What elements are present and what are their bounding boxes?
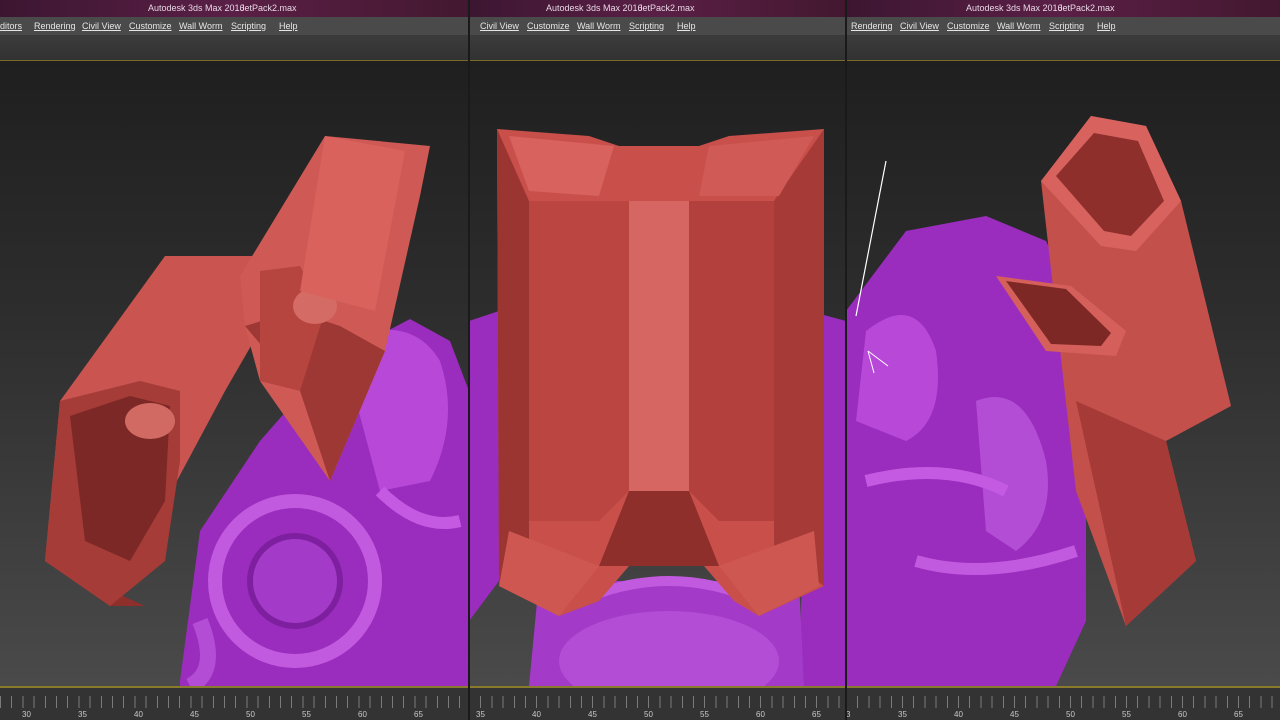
timeline-tick: 60: [358, 710, 367, 719]
viewport-window-left: Autodesk 3ds Max 2016 JetPack2.max ditor…: [0, 0, 469, 720]
timeline-tick: 45: [1010, 710, 1019, 719]
menu-wall-worm[interactable]: Wall Worm: [577, 21, 621, 31]
timeline-tick: 30: [22, 710, 31, 719]
timeline-tick: 50: [1066, 710, 1075, 719]
timeline-tick: 65: [1234, 710, 1243, 719]
title-bar: Autodesk 3ds Max 2016 JetPack2.max: [0, 0, 469, 17]
timeline-ruler[interactable]: [0, 696, 469, 708]
ribbon-toolbar: [846, 36, 1280, 61]
timeline-tick: 35: [476, 710, 485, 719]
perspective-viewport[interactable]: [469, 61, 846, 686]
menu-scripting[interactable]: Scripting: [231, 21, 266, 31]
menu-customize[interactable]: Customize: [527, 21, 570, 31]
menu-wall-worm[interactable]: Wall Worm: [179, 21, 223, 31]
app-title: Autodesk 3ds Max 2016: [546, 3, 643, 13]
timeline-tick: 40: [134, 710, 143, 719]
menu-bar: Rendering Civil View Customize Wall Worm…: [846, 17, 1280, 36]
menu-customize[interactable]: Customize: [129, 21, 172, 31]
menu-scripting[interactable]: Scripting: [1049, 21, 1084, 31]
time-slider[interactable]: 3 35 40 45 50 55 60 65: [846, 686, 1280, 720]
menu-bar: ditors Rendering Civil View Customize Wa…: [0, 17, 469, 36]
timeline-tick: 50: [644, 710, 653, 719]
timeline-tick: 65: [414, 710, 423, 719]
timeline-tick: 40: [954, 710, 963, 719]
timeline-tick: 35: [78, 710, 87, 719]
timeline-tick: 60: [1178, 710, 1187, 719]
app-title: Autodesk 3ds Max 2016: [966, 3, 1063, 13]
menu-rendering[interactable]: Rendering: [34, 21, 76, 31]
perspective-viewport[interactable]: [846, 61, 1280, 686]
menu-rendering[interactable]: Rendering: [851, 21, 893, 31]
panel-divider: [468, 0, 470, 720]
title-bar: Autodesk 3ds Max 2016 JetPack2.max: [846, 0, 1280, 17]
menu-civil-view[interactable]: Civil View: [900, 21, 939, 31]
timeline-tick: 55: [302, 710, 311, 719]
timeline-tick: 55: [700, 710, 709, 719]
ribbon-toolbar: [469, 36, 846, 61]
timeline-tick: 35: [898, 710, 907, 719]
timeline-tick: 45: [190, 710, 199, 719]
timeline-tick: 50: [246, 710, 255, 719]
menu-wall-worm[interactable]: Wall Worm: [997, 21, 1041, 31]
menu-help[interactable]: Help: [1097, 21, 1116, 31]
file-name: JetPack2.max: [240, 3, 297, 13]
menu-bar: Civil View Customize Wall Worm Scripting…: [469, 17, 846, 36]
viewport-window-center: Autodesk 3ds Max 2016 JetPack2.max Civil…: [469, 0, 846, 720]
file-name: JetPack2.max: [1058, 3, 1115, 13]
menu-customize[interactable]: Customize: [947, 21, 990, 31]
title-bar: Autodesk 3ds Max 2016 JetPack2.max: [469, 0, 846, 17]
timeline-ruler[interactable]: [846, 696, 1280, 708]
menu-editors[interactable]: ditors: [0, 21, 22, 31]
viewport-window-right: Autodesk 3ds Max 2016 JetPack2.max Rende…: [846, 0, 1280, 720]
menu-help[interactable]: Help: [677, 21, 696, 31]
time-slider[interactable]: 30 35 40 45 50 55 60 65: [0, 686, 469, 720]
timeline-tick: 45: [588, 710, 597, 719]
timeline-tick: 65: [812, 710, 821, 719]
timeline-tick: 60: [756, 710, 765, 719]
file-name: JetPack2.max: [638, 3, 695, 13]
timeline-ruler[interactable]: [469, 696, 846, 708]
perspective-viewport[interactable]: [0, 61, 469, 686]
model-render-center: [469, 129, 846, 686]
menu-civil-view[interactable]: Civil View: [480, 21, 519, 31]
panel-divider: [845, 0, 847, 720]
menu-civil-view[interactable]: Civil View: [82, 21, 121, 31]
jetpack-booster-center: [497, 129, 824, 616]
app-title: Autodesk 3ds Max 2016: [148, 3, 245, 13]
menu-help[interactable]: Help: [279, 21, 298, 31]
menu-scripting[interactable]: Scripting: [629, 21, 664, 31]
model-render-right: [846, 116, 1231, 686]
time-slider[interactable]: 35 40 45 50 55 60 65: [469, 686, 846, 720]
model-render-left: [45, 136, 469, 686]
ribbon-toolbar: [0, 36, 469, 61]
timeline-tick: 55: [1122, 710, 1131, 719]
timeline-tick: 40: [532, 710, 541, 719]
